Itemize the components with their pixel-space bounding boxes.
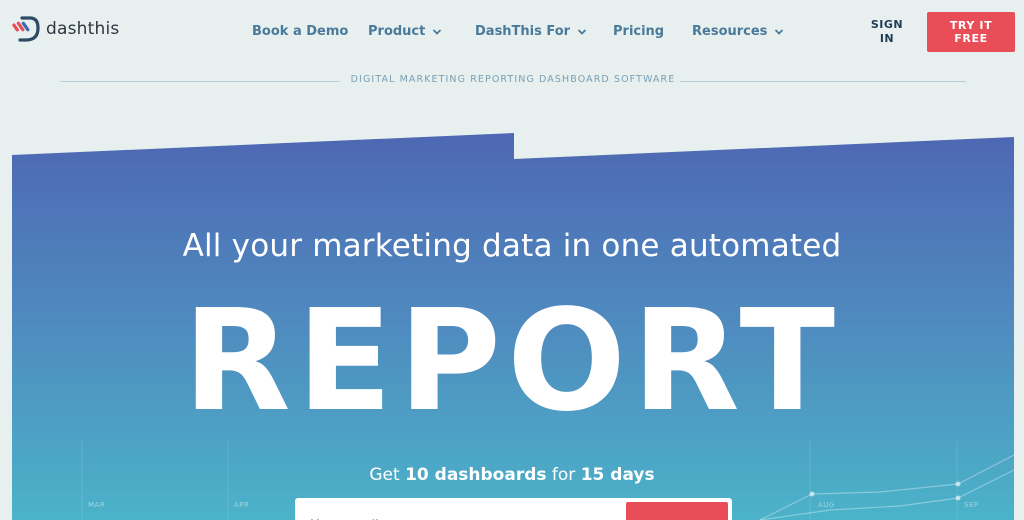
chart-month-label: MAR (88, 501, 106, 509)
hero-subtitle: All your marketing data in one automated (182, 228, 842, 264)
nav-resources[interactable]: Resources (692, 24, 784, 39)
signup-form: TRY IT FREE (295, 498, 732, 520)
chart-month-label: AUG (818, 501, 835, 509)
offer-text: Get 10 dashboards for 15 days (369, 465, 655, 485)
sign-in-link[interactable]: SIGN IN (866, 18, 908, 46)
chevron-down-icon (577, 28, 587, 35)
nav-book-demo[interactable]: Book a Demo (252, 24, 348, 39)
chart-month-label: SEP (964, 501, 979, 509)
tagline: DIGITAL MARKETING REPORTING DASHBOARD SO… (350, 74, 676, 85)
tagline-row: DIGITAL MARKETING REPORTING DASHBOARD SO… (60, 74, 966, 88)
chevron-down-icon (775, 28, 784, 35)
nav-pricing[interactable]: Pricing (613, 24, 664, 39)
chart-month-label: APR (234, 501, 250, 509)
nav-product[interactable]: Product (368, 24, 442, 39)
email-input[interactable] (295, 498, 625, 520)
site-header: dashthis Book a Demo Product DashThis Fo… (0, 0, 1024, 64)
hero-headline: REPORT (182, 280, 842, 443)
hero-try-it-free-button[interactable]: TRY IT FREE (626, 502, 728, 520)
nav-dashthis-for[interactable]: DashThis For (475, 24, 587, 39)
chevron-down-icon (433, 28, 442, 35)
try-it-free-button[interactable]: TRY IT FREE (927, 12, 1015, 52)
